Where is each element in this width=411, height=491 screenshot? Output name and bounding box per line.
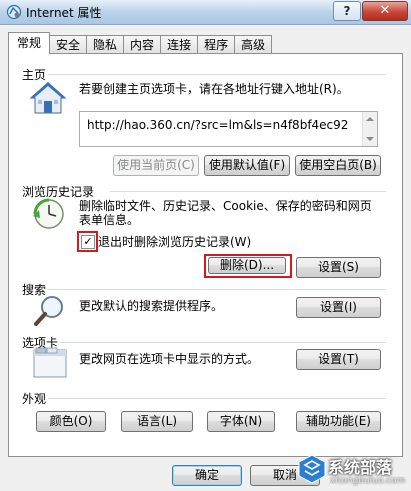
search-settings-button[interactable]: 设置(I) — [296, 297, 381, 318]
appearance-section-label: 外观 — [22, 392, 47, 406]
languages-button[interactable]: 语言(L) — [121, 411, 193, 432]
appearance-divider — [48, 398, 386, 399]
watermark-url: xitongbuluo.com — [330, 476, 406, 486]
watermark: 系统部落 xitongbuluo.com — [296, 450, 411, 491]
tab-general[interactable]: 常规 — [8, 32, 51, 54]
use-default-button[interactable]: 使用默认值(F) — [204, 155, 290, 176]
tab-programs[interactable]: 程序 — [197, 35, 236, 54]
fonts-button[interactable]: 字体(N) — [207, 411, 275, 432]
history-divider — [110, 191, 386, 192]
use-blank-button[interactable]: 使用空白页(B) — [295, 155, 381, 176]
internet-properties-window: Internet 属性 ? ✕ 常规 安全 隐私 内容 连接 程序 高级 主页 … — [0, 0, 411, 491]
delete-history-button[interactable]: 删除(D)... — [208, 257, 286, 274]
watermark-text: 系统部落 — [328, 458, 393, 477]
homepage-description: 若要创建主页选项卡，请在各地址行键入地址(R)。 — [79, 82, 349, 96]
history-description-line1: 删除临时文件、历史记录、Cookie、保存的密码和网页 — [79, 199, 372, 213]
use-current-page-button[interactable]: 使用当前页(C) — [113, 155, 199, 176]
internet-options-icon — [6, 4, 22, 20]
search-description: 更改默认的搜索提供程序。 — [79, 299, 224, 313]
tab-security[interactable]: 安全 — [49, 35, 88, 54]
scroll-up-arrow-icon[interactable] — [366, 117, 374, 121]
watermark-logo-icon — [298, 454, 326, 484]
tabs-divider — [60, 342, 386, 343]
tabs-description: 更改网页在选项卡中显示的方式。 — [79, 352, 260, 366]
help-button[interactable]: ? — [333, 1, 361, 21]
title-bar[interactable]: Internet 属性 ? ✕ — [0, 0, 411, 25]
house-icon — [29, 82, 67, 114]
search-divider — [48, 289, 386, 290]
history-description-line2: 表单信息。 — [79, 213, 140, 227]
colors-button[interactable]: 颜色(O) — [36, 411, 106, 432]
delete-on-exit-label: 退出时删除浏览历史记录(W) — [98, 235, 252, 249]
ok-button[interactable]: 确定 — [172, 465, 242, 486]
homepage-url-field[interactable]: http://hao.360.cn/?src=lm&ls=n4f8bf4ec92 — [79, 111, 378, 147]
accessibility-button[interactable]: 辅助功能(E) — [296, 411, 381, 432]
search-magnifier-icon — [34, 296, 63, 326]
url-scrollbar[interactable] — [362, 112, 377, 146]
delete-on-exit-checkbox[interactable]: ✓ — [81, 235, 95, 249]
tab-content[interactable]: 内容 — [123, 35, 162, 54]
tab-connections[interactable]: 连接 — [160, 35, 199, 54]
scroll-down-arrow-icon[interactable] — [366, 137, 374, 141]
history-clock-icon — [33, 198, 64, 229]
tab-strip: 常规 安全 隐私 内容 连接 程序 高级 — [8, 32, 273, 54]
tab-advanced[interactable]: 高级 — [234, 35, 273, 54]
tab-privacy[interactable]: 隐私 — [86, 35, 125, 54]
homepage-divider — [48, 74, 386, 75]
homepage-url-text: http://hao.360.cn/?src=lm&ls=n4f8bf4ec92 — [87, 118, 349, 132]
close-button[interactable]: ✕ — [362, 1, 408, 21]
window-title: Internet 属性 — [26, 6, 102, 20]
tabs-settings-button[interactable]: 设置(T) — [296, 349, 381, 370]
history-settings-button[interactable]: 设置(S) — [296, 257, 381, 278]
tabbed-browsing-icon — [33, 347, 67, 378]
